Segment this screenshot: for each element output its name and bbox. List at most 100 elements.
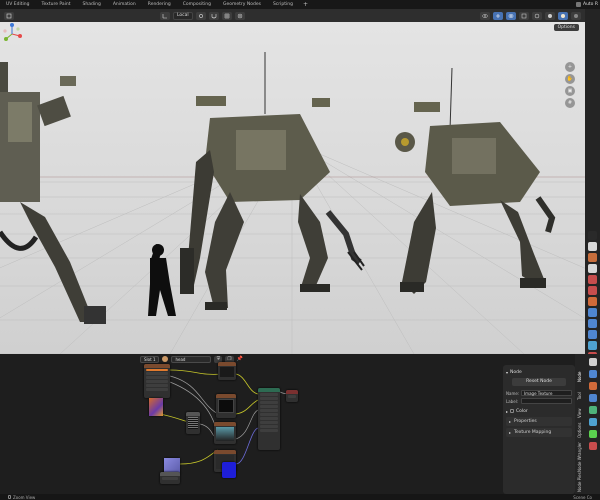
tab-shading[interactable]: Shading <box>77 2 107 7</box>
mapping-node[interactable] <box>160 472 180 484</box>
status-bar: Zoom View Scene Co <box>0 494 600 500</box>
node-section-title: Node <box>510 369 522 375</box>
visibility-button[interactable] <box>480 11 490 20</box>
wireframe-sphere-icon <box>534 13 540 18</box>
snap-target-button[interactable] <box>221 11 232 20</box>
render-properties-icon[interactable] <box>588 242 597 251</box>
tab-tool[interactable]: Tool <box>577 386 585 400</box>
node-name-input[interactable]: Image Texture <box>521 390 572 396</box>
image-texture-node-blue[interactable] <box>222 462 236 478</box>
scene-properties-icon[interactable] <box>588 275 597 284</box>
transform-orientation-dropdown[interactable]: Local <box>173 11 193 20</box>
shading-wireframe-button[interactable] <box>532 11 542 20</box>
3d-viewport[interactable]: Options + ✋ ▣ # <box>0 22 585 354</box>
texture-coordinate-node[interactable] <box>144 364 170 398</box>
mode-icon-button[interactable] <box>4 11 14 20</box>
view-layer-properties-icon[interactable] <box>588 264 597 273</box>
view-layer-icon[interactable] <box>589 370 597 378</box>
tab-view[interactable]: View <box>577 404 585 419</box>
image-texture-node-2[interactable] <box>216 394 236 418</box>
node-sidebar-panel: ▾ Node Reset Node Name: Image Texture La… <box>503 365 575 494</box>
mouse-hint-icon <box>8 495 11 499</box>
chevron-down-icon: ▾ <box>506 369 509 375</box>
tab-node-wrangler[interactable]: Node Wrangler <box>577 442 585 472</box>
pan-hand-icon[interactable]: ✋ <box>565 74 575 84</box>
add-workspace-button[interactable]: + <box>299 1 312 8</box>
overlay-icon <box>508 13 514 18</box>
xray-icon <box>521 13 527 18</box>
proportional-icon <box>237 13 242 18</box>
tab-scripting[interactable]: Scripting <box>267 2 299 7</box>
pivot-icon <box>198 13 203 18</box>
zoom-icon[interactable]: + <box>565 62 575 72</box>
image-texture-node-3[interactable] <box>186 412 200 434</box>
image-texture-node-1[interactable] <box>218 362 236 380</box>
snap-toggle[interactable] <box>208 11 219 20</box>
image-texture-node-4[interactable] <box>214 422 236 444</box>
physics-properties-icon[interactable] <box>588 330 597 339</box>
properties-subpanel[interactable]: ▸ Properties <box>506 417 572 426</box>
axis-icon <box>162 13 167 18</box>
output-properties-icon[interactable] <box>588 253 597 262</box>
texture-mapping-subpanel[interactable]: ▸ Texture Mapping <box>506 428 572 437</box>
properties-label: Properties <box>514 419 537 424</box>
magnet-icon <box>211 13 216 18</box>
tab-animation[interactable]: Animation <box>107 2 142 7</box>
world-properties-icon[interactable] <box>588 286 597 295</box>
shading-material-button[interactable] <box>558 11 568 20</box>
overlay-toggle[interactable] <box>506 11 516 20</box>
particles-properties-icon[interactable] <box>588 319 597 328</box>
render-icon[interactable] <box>589 358 597 366</box>
viewport-scene <box>0 22 585 354</box>
node-label-label: Label: <box>506 398 519 404</box>
node-editor-tab-strip: Node Tool View Options Node Wrangler Nod… <box>575 354 600 494</box>
properties-tab-strip <box>585 9 600 361</box>
scene-icon <box>575 2 581 7</box>
status-right-text: Scene Co <box>573 494 592 500</box>
transform-orientation-icon[interactable] <box>160 11 170 20</box>
color-checkbox[interactable] <box>510 409 515 413</box>
object-icon[interactable] <box>589 382 597 390</box>
tab-options[interactable]: Options <box>577 420 585 438</box>
grid-icon <box>224 13 229 18</box>
material-sphere-icon <box>561 13 565 18</box>
modifier-properties-icon[interactable] <box>588 308 597 317</box>
color-section[interactable]: ▸ Color <box>506 407 572 415</box>
constraint-properties-icon[interactable] <box>588 341 597 350</box>
texture-mapping-label: Texture Mapping <box>514 430 552 435</box>
scene-selector[interactable]: Auto R <box>575 2 600 7</box>
data-icon[interactable] <box>589 430 597 438</box>
shading-solid-button[interactable] <box>545 11 555 20</box>
blender-window: UV Editing Texture Paint Shading Animati… <box>0 0 600 500</box>
modifier-icon[interactable] <box>589 394 597 402</box>
constraint-icon[interactable] <box>589 418 597 426</box>
navigation-gizmo[interactable] <box>0 22 24 46</box>
perspective-toggle-icon[interactable]: # <box>565 98 575 108</box>
tab-node[interactable]: Node <box>577 366 585 382</box>
pivot-point-button[interactable] <box>195 11 206 20</box>
node-section-header[interactable]: ▾ Node <box>506 368 572 376</box>
object-properties-icon[interactable] <box>588 297 597 306</box>
tab-geometry-nodes[interactable]: Geometry Nodes <box>217 2 267 7</box>
tab-texture-paint[interactable]: Texture Paint <box>35 2 76 7</box>
material-output-node[interactable] <box>286 390 298 402</box>
physics-icon[interactable] <box>589 406 597 414</box>
tab-node-pies[interactable]: Node Pies <box>577 472 585 492</box>
image-texture-node-albedo[interactable] <box>149 398 163 416</box>
reset-node-button[interactable]: Reset Node <box>512 378 566 386</box>
tab-rendering[interactable]: Rendering <box>142 2 177 7</box>
shading-rendered-button[interactable] <box>571 11 581 20</box>
camera-view-icon[interactable]: ▣ <box>565 86 575 96</box>
gizmo-toggle[interactable] <box>493 11 503 20</box>
proportional-edit-button[interactable] <box>234 11 245 20</box>
xray-toggle[interactable] <box>519 11 529 20</box>
principled-bsdf-node[interactable] <box>258 388 280 450</box>
color-label: Color <box>516 408 528 414</box>
node-label-input[interactable] <box>521 398 572 404</box>
workspace-tab-bar: UV Editing Texture Paint Shading Animati… <box>0 0 600 9</box>
tab-uv-editing[interactable]: UV Editing <box>0 2 35 7</box>
tool-properties-icon[interactable] <box>588 231 597 240</box>
material-icon[interactable] <box>589 442 597 450</box>
tab-compositing[interactable]: Compositing <box>177 2 217 7</box>
viewport-options-button[interactable]: Options <box>553 24 579 31</box>
